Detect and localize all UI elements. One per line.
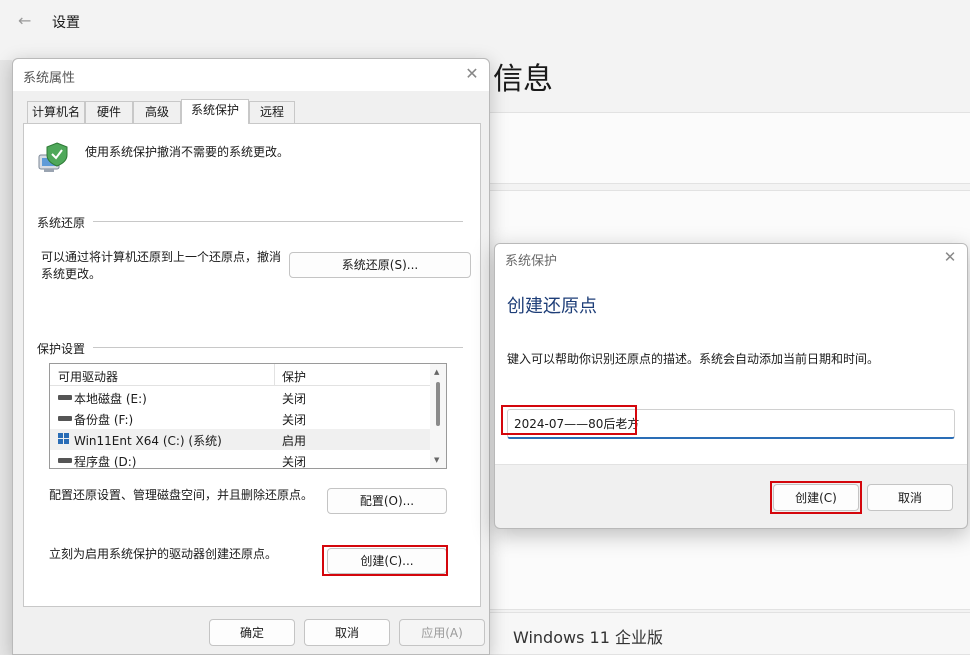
- table-row[interactable]: Win11Ent X64 (C:) (系统) 启用: [50, 429, 430, 450]
- drive-icon: [58, 395, 72, 400]
- dialog-title: 系统属性: [23, 71, 76, 86]
- highlight-frame: [501, 405, 637, 435]
- dialog-description: 键入可以帮助你识别还原点的描述。系统会自动添加当前日期和时间。: [507, 352, 880, 366]
- highlight-frame: [770, 481, 862, 514]
- system-restore-button[interactable]: 系统还原(S)...: [289, 252, 471, 278]
- scroll-up-icon[interactable]: ▲: [434, 368, 439, 376]
- table-row[interactable]: 本地磁盘 (E:) 关闭: [50, 387, 430, 408]
- tab-remote[interactable]: 远程: [249, 101, 295, 123]
- ok-button[interactable]: 确定: [209, 619, 295, 646]
- dialog-heading: 创建还原点: [507, 296, 597, 317]
- tab-hardware[interactable]: 硬件: [85, 101, 133, 123]
- page-heading: 信息: [493, 62, 553, 97]
- dialog-title: 系统保护: [505, 254, 558, 269]
- settings-title: 设置: [52, 15, 80, 31]
- tab-computer-name[interactable]: 计算机名: [27, 101, 85, 123]
- settings-card: [490, 112, 970, 184]
- system-restore-description: 可以通过将计算机还原到上一个还原点，撤消 系统更改。: [41, 250, 282, 281]
- cancel-button[interactable]: 取消: [867, 484, 953, 511]
- scroll-thumb[interactable]: [436, 382, 440, 426]
- close-icon[interactable]: ✕: [463, 65, 481, 83]
- drive-icon: [58, 416, 72, 421]
- system-protection-icon: [38, 142, 68, 172]
- table-row[interactable]: 备份盘 (F:) 关闭: [50, 408, 430, 429]
- group-divider: [37, 221, 463, 222]
- drive-list-scrollbar[interactable]: ▲ ▼: [430, 364, 446, 468]
- scroll-down-icon[interactable]: ▼: [434, 456, 439, 464]
- protection-intro-text: 使用系统保护撤消不需要的系统更改。: [85, 145, 290, 159]
- dialog-content: 创建还原点 键入可以帮助你识别还原点的描述。系统会自动添加当前日期和时间。: [495, 272, 967, 465]
- column-header-protection[interactable]: 保护: [282, 368, 306, 385]
- windows-edition: Windows 11 企业版: [513, 628, 663, 647]
- system-drive-icon: [58, 433, 70, 445]
- highlight-frame: [322, 545, 448, 576]
- system-restore-heading: 系统还原: [37, 214, 94, 231]
- tab-advanced[interactable]: 高级: [133, 101, 181, 123]
- drive-list[interactable]: 可用驱动器 保护 本地磁盘 (E:) 关闭 备份盘 (F:) 关闭 Win11E…: [49, 363, 447, 469]
- dialog-titlebar: 系统属性 ✕: [13, 59, 489, 91]
- table-row[interactable]: 程序盘 (D:) 关闭: [50, 450, 430, 468]
- drive-list-header: 可用驱动器 保护: [50, 364, 430, 386]
- system-properties-dialog: 系统属性 ✕ 计算机名 硬件 高级 系统保护 远程 使用系统保护撤消不需要的系统…: [12, 58, 490, 655]
- configure-button[interactable]: 配置(O)...: [327, 488, 447, 514]
- create-restore-point-dialog: 系统保护 ✕ 创建还原点 键入可以帮助你识别还原点的描述。系统会自动添加当前日期…: [494, 243, 968, 529]
- close-icon[interactable]: ✕: [941, 248, 959, 266]
- left-edge-strip: [0, 60, 12, 655]
- protection-settings-heading: 保护设置: [37, 340, 94, 357]
- settings-titlebar: ← 设置: [0, 0, 970, 44]
- dialog-titlebar: 系统保护 ✕: [495, 244, 967, 272]
- create-description: 立刻为启用系统保护的驱动器创建还原点。: [49, 547, 278, 561]
- column-header-drives[interactable]: 可用驱动器: [58, 368, 118, 385]
- configure-description: 配置还原设置、管理磁盘空间，并且删除还原点。: [49, 488, 314, 502]
- apply-button[interactable]: 应用(A): [399, 619, 485, 646]
- cancel-button[interactable]: 取消: [304, 619, 390, 646]
- drive-icon: [58, 458, 72, 463]
- tab-system-protection[interactable]: 系统保护: [181, 99, 249, 124]
- group-divider: [37, 347, 463, 348]
- back-arrow-icon[interactable]: ←: [18, 11, 36, 31]
